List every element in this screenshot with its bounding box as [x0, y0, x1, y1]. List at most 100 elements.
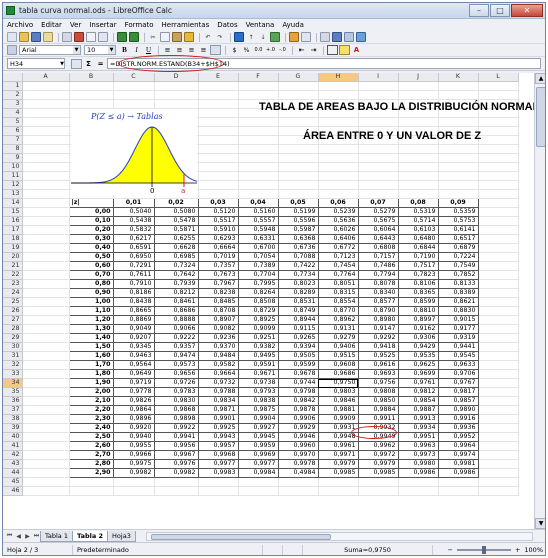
probability-cell[interactable]: 0,5319: [398, 207, 439, 218]
cell[interactable]: [398, 486, 439, 497]
probability-cell[interactable]: 0,9115: [278, 324, 319, 335]
cell[interactable]: [22, 477, 70, 488]
cell[interactable]: [278, 162, 319, 173]
z-value-cell[interactable]: 1,60: [69, 351, 114, 362]
probability-cell[interactable]: 0,9591: [238, 360, 279, 371]
align-center-icon[interactable]: ≡: [174, 45, 185, 55]
cell[interactable]: [478, 234, 519, 245]
row-header[interactable]: 12: [3, 180, 23, 191]
column-header[interactable]: J: [398, 73, 439, 83]
cell[interactable]: [478, 342, 519, 353]
cell[interactable]: [22, 261, 70, 272]
cell[interactable]: [478, 297, 519, 308]
print-preview-icon[interactable]: [98, 32, 108, 42]
save-icon[interactable]: [31, 32, 41, 42]
cell[interactable]: [198, 81, 239, 92]
z-value-cell[interactable]: 0,20: [69, 225, 114, 236]
probability-cell[interactable]: 0,7357: [198, 261, 239, 272]
cell[interactable]: [198, 189, 239, 200]
probability-cell[interactable]: 0,6772: [318, 243, 359, 254]
function-equals-icon[interactable]: =: [95, 59, 106, 69]
probability-cell[interactable]: 0,9671: [238, 369, 279, 380]
cell[interactable]: [438, 189, 479, 200]
probability-cell[interactable]: 0,9980: [398, 459, 439, 470]
row-header[interactable]: 26: [3, 306, 23, 317]
currency-icon[interactable]: $: [229, 45, 240, 55]
cell[interactable]: [69, 99, 114, 110]
probability-cell[interactable]: 0,7389: [238, 261, 279, 272]
open-folder-icon[interactable]: [19, 32, 29, 42]
tab-hoja3[interactable]: Hoja3: [107, 530, 136, 542]
z-value-cell[interactable]: 2,90: [69, 468, 114, 479]
probability-cell[interactable]: 0,5832: [113, 225, 155, 236]
cell[interactable]: [22, 414, 70, 425]
probability-cell[interactable]: 0,5279: [358, 207, 399, 218]
cell[interactable]: [22, 459, 70, 470]
probability-cell[interactable]: 0,7549: [438, 261, 479, 272]
probability-cell[interactable]: 0,9977: [198, 459, 239, 470]
menu-ver[interactable]: Ver: [70, 21, 81, 29]
cell[interactable]: [478, 414, 519, 425]
formula-input[interactable]: =DISTR.NORM.ESTAND(B34+$H$14): [107, 55, 541, 72]
probability-cell[interactable]: 0,9082: [198, 324, 239, 335]
probability-cell[interactable]: 0,9545: [438, 351, 479, 362]
row-header[interactable]: 29: [3, 333, 23, 344]
row-header[interactable]: 39: [3, 423, 23, 434]
cell[interactable]: [358, 153, 399, 164]
probability-cell[interactable]: 0,7019: [198, 252, 239, 263]
probability-cell[interactable]: 0,9916: [438, 414, 479, 425]
probability-cell[interactable]: 0,9967: [154, 450, 199, 461]
vertical-scroll-thumb[interactable]: [536, 87, 545, 147]
probability-cell[interactable]: 0,9582: [198, 360, 239, 371]
cell[interactable]: [22, 342, 70, 353]
table-column-header[interactable]: 0,02: [154, 198, 199, 209]
menu-archivo[interactable]: Archivo: [7, 21, 33, 29]
probability-cell[interactable]: 0,8461: [154, 297, 199, 308]
probability-cell[interactable]: 0,5120: [198, 207, 239, 218]
probability-cell[interactable]: 0,8389: [438, 288, 479, 299]
probability-cell[interactable]: 0,8888: [154, 315, 199, 326]
cell[interactable]: [478, 468, 519, 479]
probability-cell[interactable]: 0,9974: [438, 450, 479, 461]
table-column-header[interactable]: 0,05: [278, 198, 319, 209]
probability-cell[interactable]: 0,9788: [198, 387, 239, 398]
probability-cell[interactable]: 0,9887: [398, 405, 439, 416]
z-value-cell[interactable]: 2,40: [69, 423, 114, 434]
cell[interactable]: [318, 90, 359, 101]
row-header[interactable]: 33: [3, 369, 23, 380]
probability-cell[interactable]: 0,9699: [398, 369, 439, 380]
cell[interactable]: [478, 396, 519, 407]
probability-cell[interactable]: 0,8340: [358, 288, 399, 299]
merge-cells-icon[interactable]: [210, 45, 221, 55]
probability-cell[interactable]: 0,9761: [398, 378, 439, 389]
row-header[interactable]: 16: [3, 216, 23, 227]
cell[interactable]: [478, 207, 519, 218]
probability-cell[interactable]: 0,8554: [318, 297, 359, 308]
row-header[interactable]: 17: [3, 225, 23, 236]
cell[interactable]: [69, 81, 114, 92]
probability-cell[interactable]: 0,8133: [438, 279, 479, 290]
probability-cell[interactable]: 0,9756: [358, 378, 399, 389]
cell[interactable]: [198, 153, 239, 164]
row-header[interactable]: 3: [3, 99, 23, 110]
probability-cell[interactable]: 0,9941: [154, 432, 199, 443]
cell[interactable]: [358, 117, 399, 128]
probability-cell[interactable]: 0,9901: [198, 414, 239, 425]
cell[interactable]: [22, 279, 70, 290]
bold-icon[interactable]: B: [119, 45, 130, 55]
cell[interactable]: [398, 171, 439, 182]
probability-cell[interactable]: 0,7794: [358, 270, 399, 281]
cell[interactable]: [238, 162, 279, 173]
row-header[interactable]: 28: [3, 324, 23, 335]
z-value-cell[interactable]: 1,70: [69, 360, 114, 371]
cell[interactable]: [198, 144, 239, 155]
cell[interactable]: [22, 297, 70, 308]
cell[interactable]: [478, 315, 519, 326]
page-style[interactable]: Predeterminado: [73, 544, 263, 555]
probability-cell[interactable]: 0,7291: [113, 261, 155, 272]
first-sheet-icon[interactable]: ⏮: [5, 532, 14, 541]
probability-cell[interactable]: 0,9830: [154, 396, 199, 407]
row-header[interactable]: 8: [3, 144, 23, 155]
probability-cell[interactable]: 0,9968: [198, 450, 239, 461]
probability-cell[interactable]: 0,9625: [398, 360, 439, 371]
